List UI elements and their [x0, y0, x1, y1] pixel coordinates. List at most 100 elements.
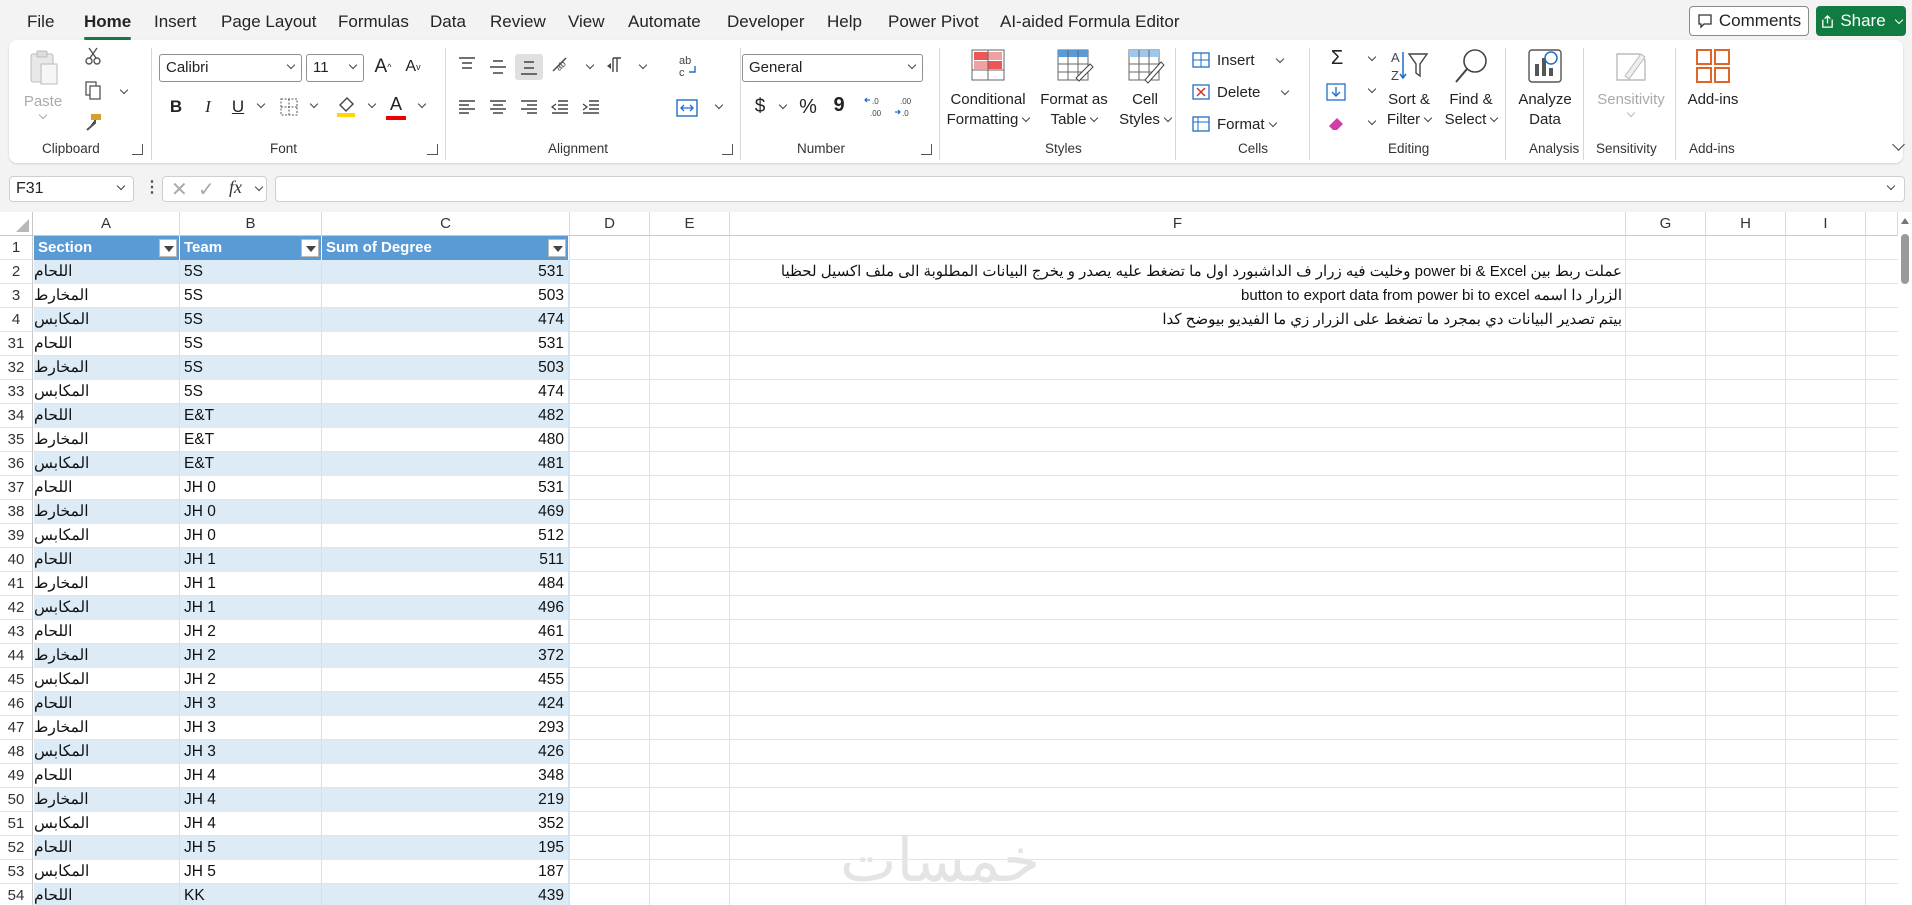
name-box[interactable]: F31: [9, 176, 134, 202]
chevron-down-icon[interactable]: [714, 100, 724, 110]
decrease-font-size-button[interactable]: Av: [401, 54, 425, 80]
paste-button[interactable]: Paste: [23, 48, 63, 121]
table-cell-sum[interactable]: 482: [322, 404, 569, 428]
table-cell-section[interactable]: المكابس: [34, 524, 180, 548]
row-header[interactable]: 32: [0, 356, 33, 380]
table-cell-team[interactable]: JH 0: [180, 524, 322, 548]
table-cell-sum[interactable]: 474: [322, 308, 569, 332]
align-middle-icon[interactable]: [488, 58, 508, 76]
enter-icon[interactable]: ✓: [198, 177, 215, 202]
table-cell-sum[interactable]: 469: [322, 500, 569, 524]
table-cell-sum[interactable]: 480: [322, 428, 569, 452]
row-header[interactable]: 46: [0, 692, 33, 716]
table-cell-sum[interactable]: 195: [322, 836, 569, 860]
table-cell-sum[interactable]: 511: [322, 548, 569, 572]
row-header[interactable]: 54: [0, 884, 33, 905]
row-header[interactable]: 41: [0, 572, 33, 596]
menu-ai-formula-editor[interactable]: AI-aided Formula Editor: [1000, 12, 1180, 32]
column-header-c[interactable]: C: [322, 212, 570, 236]
number-format-select[interactable]: General: [742, 54, 923, 82]
table-cell-sum[interactable]: 531: [322, 476, 569, 500]
note-cell-f4[interactable]: بيتم تصدير البيانات دي بمجرد ما تضغط على…: [730, 308, 1622, 332]
column-header-d[interactable]: D: [570, 212, 650, 236]
collapse-ribbon-icon[interactable]: [1892, 138, 1905, 151]
cell-styles-button[interactable]: Cell Styles: [1115, 46, 1175, 130]
table-cell-sum[interactable]: 293: [322, 716, 569, 740]
chevron-down-icon[interactable]: [585, 60, 595, 70]
table-cell-sum[interactable]: 424: [322, 692, 569, 716]
table-cell-sum[interactable]: 439: [322, 884, 569, 905]
row-header[interactable]: 42: [0, 596, 33, 620]
table-cell-team[interactable]: 5S: [180, 308, 322, 332]
table-cell-sum[interactable]: 503: [322, 284, 569, 308]
table-cell-section[interactable]: المكابس: [34, 596, 180, 620]
note-cell-f3[interactable]: الزرار دا اسمه button to export data fro…: [730, 284, 1622, 308]
sort-filter-button[interactable]: AZ Sort & Filter: [1382, 46, 1436, 130]
row-header[interactable]: 31: [0, 332, 33, 356]
increase-indent-icon[interactable]: [581, 98, 601, 116]
table-cell-section[interactable]: اللحام: [34, 260, 180, 284]
menu-file[interactable]: File: [27, 12, 54, 32]
font-size-select[interactable]: 11: [306, 54, 364, 82]
column-header-e[interactable]: E: [650, 212, 730, 236]
table-cell-sum[interactable]: 531: [322, 260, 569, 284]
row-header[interactable]: 43: [0, 620, 33, 644]
row-header[interactable]: 44: [0, 644, 33, 668]
sensitivity-button[interactable]: Sensitivity: [1593, 46, 1669, 119]
italic-button[interactable]: I: [197, 94, 219, 120]
table-cell-team[interactable]: JH 1: [180, 548, 322, 572]
table-cell-section[interactable]: اللحام: [34, 764, 180, 788]
table-cell-team[interactable]: KK: [180, 884, 322, 905]
currency-button[interactable]: $: [751, 94, 769, 120]
font-color-button[interactable]: A: [385, 92, 407, 116]
table-cell-team[interactable]: E&T: [180, 452, 322, 476]
table-cell-team[interactable]: 5S: [180, 260, 322, 284]
table-cell-section[interactable]: المخارط: [34, 644, 180, 668]
underline-button[interactable]: U: [227, 94, 249, 120]
table-cell-section[interactable]: اللحام: [34, 548, 180, 572]
align-right-icon[interactable]: [519, 98, 539, 116]
table-cell-team[interactable]: JH 2: [180, 668, 322, 692]
menu-review[interactable]: Review: [490, 12, 546, 32]
font-name-select[interactable]: Calibri: [159, 54, 302, 82]
column-header-f[interactable]: F: [730, 212, 1626, 236]
table-cell-sum[interactable]: 426: [322, 740, 569, 764]
filter-dropdown-button[interactable]: [301, 239, 319, 257]
table-cell-team[interactable]: JH 4: [180, 812, 322, 836]
chevron-down-icon[interactable]: [1367, 52, 1377, 62]
table-cell-team[interactable]: JH 0: [180, 476, 322, 500]
row-header[interactable]: 45: [0, 668, 33, 692]
table-cell-team[interactable]: JH 4: [180, 764, 322, 788]
table-cell-section[interactable]: المكابس: [34, 452, 180, 476]
table-cell-section[interactable]: المكابس: [34, 668, 180, 692]
menu-formulas[interactable]: Formulas: [338, 12, 409, 32]
table-cell-sum[interactable]: 461: [322, 620, 569, 644]
table-cell-sum[interactable]: 187: [322, 860, 569, 884]
chevron-down-icon[interactable]: [309, 99, 319, 109]
autosum-button[interactable]: Σ: [1327, 46, 1347, 70]
align-center-icon[interactable]: [488, 98, 508, 116]
decrease-decimal-icon[interactable]: .00.0: [894, 94, 918, 118]
decrease-indent-icon[interactable]: [550, 98, 570, 116]
row-header[interactable]: 53: [0, 860, 33, 884]
delete-cells-button[interactable]: Delete: [1191, 80, 1290, 104]
table-cell-team[interactable]: JH 2: [180, 620, 322, 644]
table-cell-sum[interactable]: 348: [322, 764, 569, 788]
row-header[interactable]: 49: [0, 764, 33, 788]
borders-icon[interactable]: [279, 97, 299, 117]
table-cell-section[interactable]: اللحام: [34, 884, 180, 905]
table-cell-team[interactable]: JH 3: [180, 716, 322, 740]
cancel-icon[interactable]: ✕: [171, 177, 188, 202]
worksheet-grid[interactable]: A B C D E F G H I 1 2 3 4 31 32 33 34 35 36 37 38 39…: [0, 212, 1912, 905]
format-painter-icon[interactable]: [83, 112, 103, 132]
chevron-down-icon[interactable]: [256, 99, 266, 109]
menu-view[interactable]: View: [568, 12, 605, 32]
column-header-overflow[interactable]: [1866, 212, 1898, 236]
table-cell-team[interactable]: JH 3: [180, 740, 322, 764]
menu-power-pivot[interactable]: Power Pivot: [888, 12, 979, 32]
insert-function-button[interactable]: fx: [229, 177, 242, 198]
vertical-scrollbar[interactable]: [1898, 212, 1912, 905]
table-cell-sum[interactable]: 372: [322, 644, 569, 668]
table-cell-team[interactable]: JH 1: [180, 596, 322, 620]
orientation-icon[interactable]: ab: [550, 55, 572, 75]
